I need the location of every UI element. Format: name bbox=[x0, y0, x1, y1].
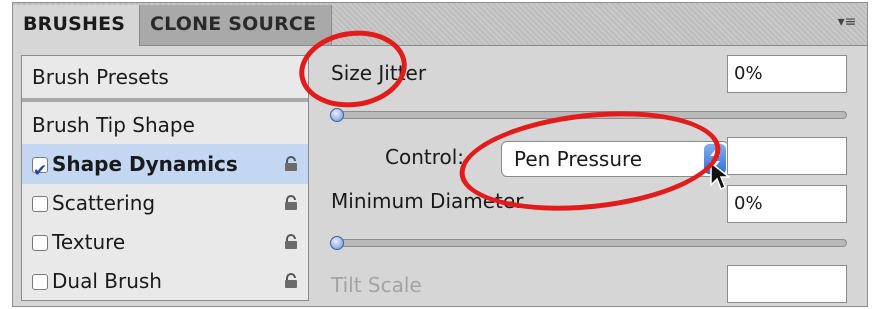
lock-icon[interactable] bbox=[284, 195, 298, 211]
list-item-label: Dual Brush bbox=[52, 269, 162, 293]
list-item-label: Texture bbox=[52, 230, 126, 254]
lock-icon[interactable] bbox=[284, 234, 298, 250]
dual-brush-checkbox[interactable] bbox=[32, 274, 48, 290]
control-dropdown[interactable]: Pen Pressure bbox=[501, 141, 729, 177]
list-item-label: Scattering bbox=[52, 191, 156, 215]
list-item-dual-brush[interactable]: Dual Brush bbox=[22, 261, 308, 301]
minimum-diameter-label: Minimum Diameter bbox=[331, 189, 524, 213]
control-dropdown-value: Pen Pressure bbox=[514, 147, 643, 171]
size-jitter-value-field[interactable]: 0% bbox=[727, 55, 847, 93]
tab-clone-source[interactable]: CLONE SOURCE bbox=[140, 5, 332, 45]
tab-bar: BRUSHES CLONE SOURCE ▾≡ bbox=[13, 3, 867, 46]
list-item-scattering[interactable]: Scattering bbox=[22, 183, 308, 223]
size-jitter-label: Size Jitter bbox=[331, 61, 427, 85]
lock-icon[interactable] bbox=[284, 156, 298, 172]
list-item-shape-dynamics[interactable]: Shape Dynamics bbox=[22, 144, 308, 191]
tilt-scale-value-field[interactable] bbox=[727, 265, 847, 303]
control-value-field[interactable] bbox=[727, 137, 847, 175]
control-label: Control: bbox=[385, 145, 465, 169]
tilt-scale-label: Tilt Scale bbox=[331, 273, 422, 297]
list-item-texture[interactable]: Texture bbox=[22, 222, 308, 262]
scattering-checkbox[interactable] bbox=[32, 196, 48, 212]
list-item-brush-tip-shape[interactable]: Brush Tip Shape bbox=[22, 105, 308, 145]
brush-settings-list: Brush Presets Brush Tip Shape Shape Dyna… bbox=[21, 55, 309, 301]
brushes-panel: BRUSHES CLONE SOURCE ▾≡ Brush Presets Br… bbox=[12, 2, 868, 307]
tab-brushes[interactable]: BRUSHES bbox=[13, 5, 140, 46]
lock-icon[interactable] bbox=[284, 273, 298, 289]
list-item-label: Shape Dynamics bbox=[52, 152, 238, 176]
size-jitter-slider[interactable] bbox=[330, 108, 847, 122]
size-jitter-slider-thumb[interactable] bbox=[330, 108, 344, 122]
panel-menu-icon[interactable]: ▾≡ bbox=[835, 13, 859, 31]
minimum-diameter-slider[interactable] bbox=[330, 236, 847, 250]
shape-dynamics-checkbox[interactable] bbox=[32, 151, 48, 191]
minimum-diameter-value-field[interactable]: 0% bbox=[727, 185, 847, 223]
texture-checkbox[interactable] bbox=[32, 235, 48, 251]
brush-presets-button[interactable]: Brush Presets bbox=[22, 56, 308, 102]
list-item-label: Brush Tip Shape bbox=[32, 113, 195, 137]
minimum-diameter-slider-thumb[interactable] bbox=[330, 236, 344, 250]
